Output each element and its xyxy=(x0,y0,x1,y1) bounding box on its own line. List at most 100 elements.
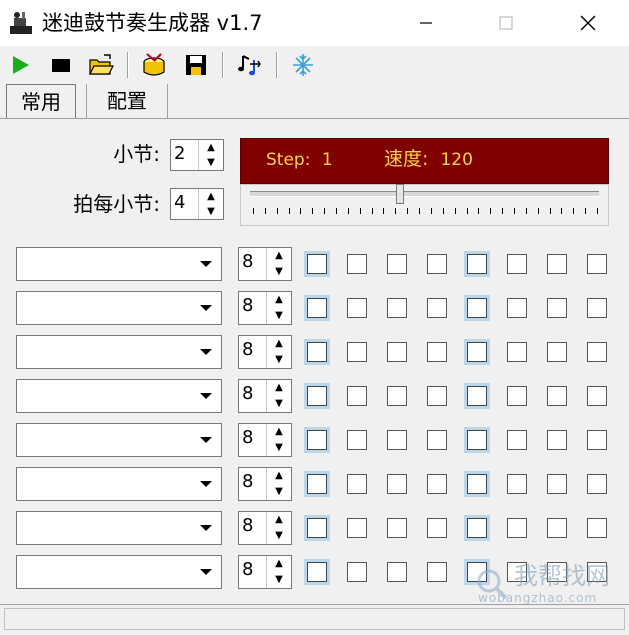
velocity-spinner[interactable]: 8 ▲ ▼ xyxy=(238,423,292,457)
step-checkbox[interactable] xyxy=(427,518,447,538)
velocity-spinner[interactable]: 8 ▲ ▼ xyxy=(238,291,292,325)
step-checkbox[interactable] xyxy=(587,430,607,450)
step-checkbox[interactable] xyxy=(467,474,487,494)
step-checkbox[interactable] xyxy=(547,474,567,494)
dropdown-arrow-icon[interactable] xyxy=(193,250,219,278)
spin-down-icon[interactable]: ▼ xyxy=(267,264,291,280)
step-checkbox[interactable] xyxy=(307,298,327,318)
step-checkbox[interactable] xyxy=(507,298,527,318)
step-checkbox[interactable] xyxy=(347,430,367,450)
step-checkbox[interactable] xyxy=(507,342,527,362)
open-button[interactable] xyxy=(88,52,114,78)
step-checkbox[interactable] xyxy=(387,298,407,318)
step-checkbox[interactable] xyxy=(427,562,447,582)
step-checkbox[interactable] xyxy=(467,254,487,274)
step-checkbox[interactable] xyxy=(387,430,407,450)
spin-down-icon[interactable]: ▼ xyxy=(267,528,291,544)
stop-button[interactable] xyxy=(48,52,74,78)
tab-config[interactable]: 配置 xyxy=(86,84,168,118)
close-button[interactable] xyxy=(560,0,616,46)
velocity-spinner[interactable]: 8 ▲ ▼ xyxy=(238,247,292,281)
spin-down-icon[interactable]: ▼ xyxy=(199,204,223,219)
step-checkbox[interactable] xyxy=(547,342,567,362)
instrument-combo[interactable] xyxy=(16,511,222,545)
step-checkbox[interactable] xyxy=(507,430,527,450)
instrument-combo[interactable] xyxy=(16,247,222,281)
step-checkbox[interactable] xyxy=(387,562,407,582)
dropdown-arrow-icon[interactable] xyxy=(193,558,219,586)
step-checkbox[interactable] xyxy=(347,254,367,274)
step-checkbox[interactable] xyxy=(347,518,367,538)
dropdown-arrow-icon[interactable] xyxy=(193,426,219,454)
step-checkbox[interactable] xyxy=(507,386,527,406)
velocity-spinner[interactable]: 8 ▲ ▼ xyxy=(238,467,292,501)
step-checkbox[interactable] xyxy=(427,298,447,318)
spin-down-icon[interactable]: ▼ xyxy=(267,440,291,456)
step-checkbox[interactable] xyxy=(427,342,447,362)
spin-up-icon[interactable]: ▲ xyxy=(267,292,291,308)
step-checkbox[interactable] xyxy=(387,474,407,494)
dropdown-arrow-icon[interactable] xyxy=(193,294,219,322)
step-checkbox[interactable] xyxy=(347,474,367,494)
beats-spinner[interactable]: 4 ▲ ▼ xyxy=(170,188,224,220)
snowflake-button[interactable] xyxy=(290,52,316,78)
step-checkbox[interactable] xyxy=(587,254,607,274)
minimize-button[interactable] xyxy=(398,0,454,46)
step-checkbox[interactable] xyxy=(307,254,327,274)
step-checkbox[interactable] xyxy=(467,342,487,362)
drum-button[interactable] xyxy=(141,52,167,78)
velocity-spinner[interactable]: 8 ▲ ▼ xyxy=(238,511,292,545)
step-checkbox[interactable] xyxy=(547,386,567,406)
step-checkbox[interactable] xyxy=(587,518,607,538)
spin-down-icon[interactable]: ▼ xyxy=(267,572,291,588)
instrument-combo[interactable] xyxy=(16,467,222,501)
instrument-combo[interactable] xyxy=(16,423,222,457)
step-checkbox[interactable] xyxy=(587,386,607,406)
step-checkbox[interactable] xyxy=(507,474,527,494)
play-button[interactable] xyxy=(7,52,33,78)
dropdown-arrow-icon[interactable] xyxy=(193,470,219,498)
step-checkbox[interactable] xyxy=(547,298,567,318)
maximize-button[interactable] xyxy=(478,0,534,46)
step-checkbox[interactable] xyxy=(387,386,407,406)
bars-spinner[interactable]: 2 ▲ ▼ xyxy=(170,139,224,171)
spin-up-icon[interactable]: ▲ xyxy=(267,468,291,484)
spin-down-icon[interactable]: ▼ xyxy=(199,155,223,170)
step-checkbox[interactable] xyxy=(427,474,447,494)
tab-common[interactable]: 常用 xyxy=(6,84,76,119)
step-checkbox[interactable] xyxy=(547,430,567,450)
step-checkbox[interactable] xyxy=(387,518,407,538)
step-checkbox[interactable] xyxy=(427,386,447,406)
step-checkbox[interactable] xyxy=(547,518,567,538)
step-checkbox[interactable] xyxy=(347,386,367,406)
step-checkbox[interactable] xyxy=(307,518,327,538)
spin-down-icon[interactable]: ▼ xyxy=(267,352,291,368)
spin-down-icon[interactable]: ▼ xyxy=(267,396,291,412)
step-checkbox[interactable] xyxy=(347,562,367,582)
dropdown-arrow-icon[interactable] xyxy=(193,382,219,410)
spin-up-icon[interactable]: ▲ xyxy=(267,556,291,572)
step-checkbox[interactable] xyxy=(347,298,367,318)
spin-up-icon[interactable]: ▲ xyxy=(267,336,291,352)
step-checkbox[interactable] xyxy=(467,518,487,538)
step-checkbox[interactable] xyxy=(427,254,447,274)
step-checkbox[interactable] xyxy=(387,342,407,362)
spin-up-icon[interactable]: ▲ xyxy=(267,380,291,396)
step-checkbox[interactable] xyxy=(507,254,527,274)
step-checkbox[interactable] xyxy=(587,474,607,494)
step-checkbox[interactable] xyxy=(307,562,327,582)
dropdown-arrow-icon[interactable] xyxy=(193,514,219,542)
step-checkbox[interactable] xyxy=(587,342,607,362)
step-checkbox[interactable] xyxy=(547,254,567,274)
instrument-combo[interactable] xyxy=(16,335,222,369)
spin-up-icon[interactable]: ▲ xyxy=(267,248,291,264)
step-checkbox[interactable] xyxy=(347,342,367,362)
dropdown-arrow-icon[interactable] xyxy=(193,338,219,366)
slider-thumb[interactable] xyxy=(396,184,405,204)
step-checkbox[interactable] xyxy=(307,386,327,406)
instrument-combo[interactable] xyxy=(16,555,222,589)
velocity-spinner[interactable]: 8 ▲ ▼ xyxy=(238,335,292,369)
step-checkbox[interactable] xyxy=(307,430,327,450)
music-button[interactable] xyxy=(236,52,262,78)
save-button[interactable] xyxy=(183,52,209,78)
